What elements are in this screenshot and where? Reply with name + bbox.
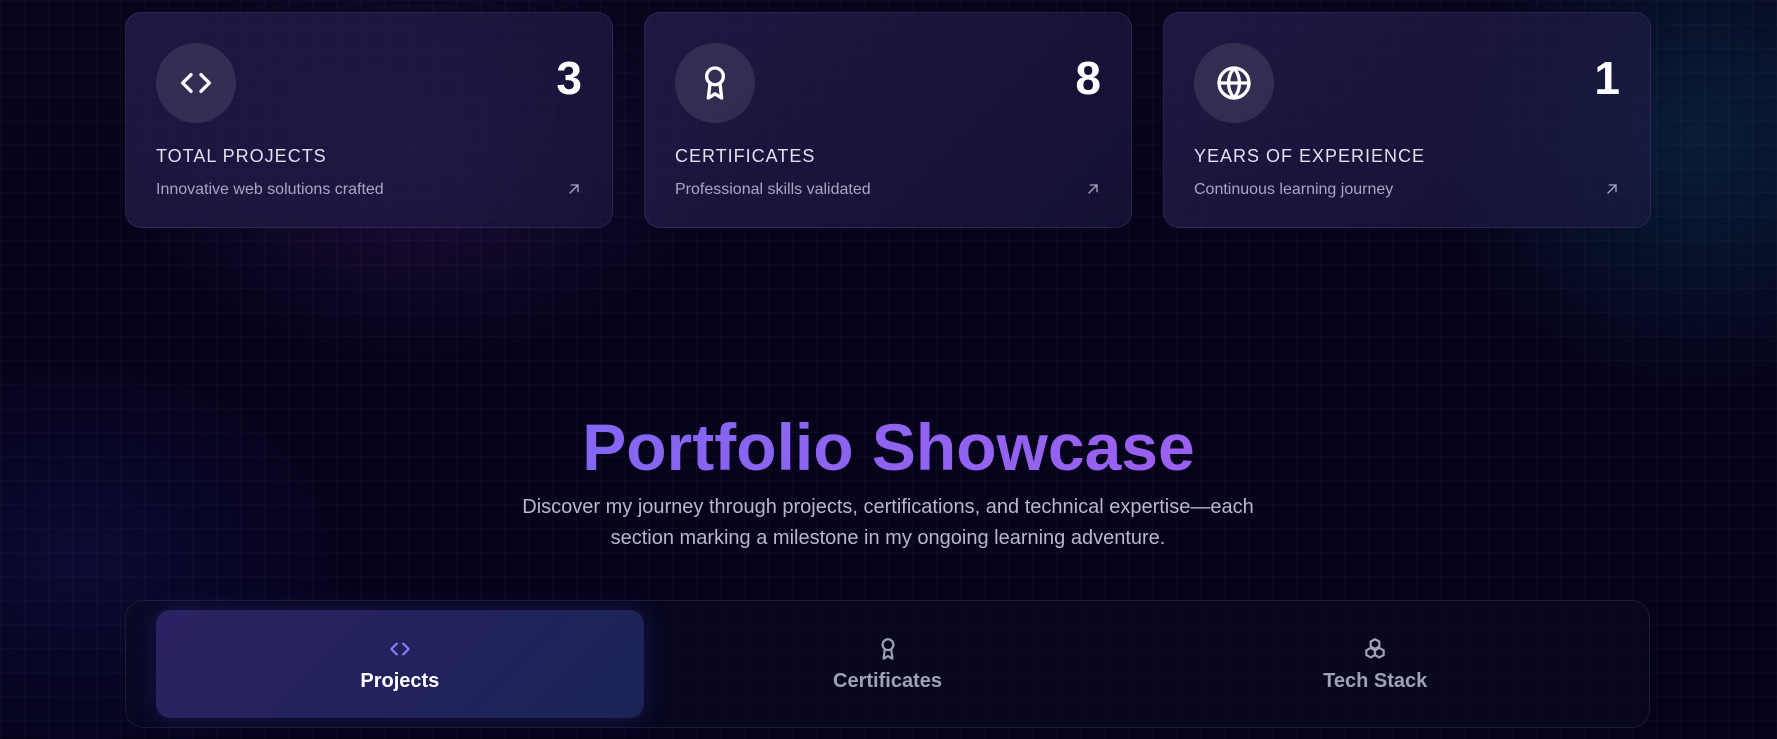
arrow-up-right-icon[interactable] <box>1085 181 1101 197</box>
tab-label: Certificates <box>833 669 942 692</box>
code-icon <box>390 642 410 655</box>
stat-title: CERTIFICATES <box>675 146 816 166</box>
stat-value: 3 <box>556 52 582 104</box>
tab-tech-stack[interactable]: Tech Stack <box>1131 610 1619 718</box>
section-title: Portfolio Showcase <box>0 414 1777 480</box>
stat-title: TOTAL PROJECTS <box>156 146 327 166</box>
boxes-icon <box>1365 637 1385 659</box>
tab-label: Projects <box>360 669 440 692</box>
award-icon <box>881 637 894 660</box>
stat-card-projects[interactable]: 3 TOTAL PROJECTS Innovative web solution… <box>125 12 613 228</box>
subtitle-line: Discover my journey through projects, ce… <box>522 496 1254 518</box>
section-subtitle: Discover my journey through projects, ce… <box>463 492 1313 554</box>
code-icon <box>156 43 236 123</box>
award-icon <box>675 43 755 123</box>
stat-card-experience[interactable]: 1 YEARS OF EXPERIENCE Continuous learnin… <box>1163 12 1651 228</box>
stats-row: 3 TOTAL PROJECTS Innovative web solution… <box>125 12 1651 228</box>
arrow-up-right-icon[interactable] <box>1604 181 1620 197</box>
stat-value: 8 <box>1075 52 1101 104</box>
subtitle-line: section marking a milestone in my ongoin… <box>610 527 1166 549</box>
tab-label: Tech Stack <box>1323 669 1428 692</box>
arrow-up-right-icon[interactable] <box>566 181 582 197</box>
stat-description: Innovative web solutions crafted <box>156 181 384 198</box>
stat-title: YEARS OF EXPERIENCE <box>1194 146 1426 166</box>
tab-projects[interactable]: Projects <box>156 610 644 718</box>
stat-description: Continuous learning journey <box>1194 181 1394 198</box>
showcase-tabs: Projects Certificates Tech Stack <box>125 600 1650 728</box>
stat-description: Professional skills validated <box>675 181 871 198</box>
tab-certificates[interactable]: Certificates <box>644 610 1132 718</box>
stat-value: 1 <box>1594 52 1620 104</box>
globe-icon <box>1194 43 1274 123</box>
stat-card-certificates[interactable]: 8 CERTIFICATES Professional skills valid… <box>644 12 1132 228</box>
